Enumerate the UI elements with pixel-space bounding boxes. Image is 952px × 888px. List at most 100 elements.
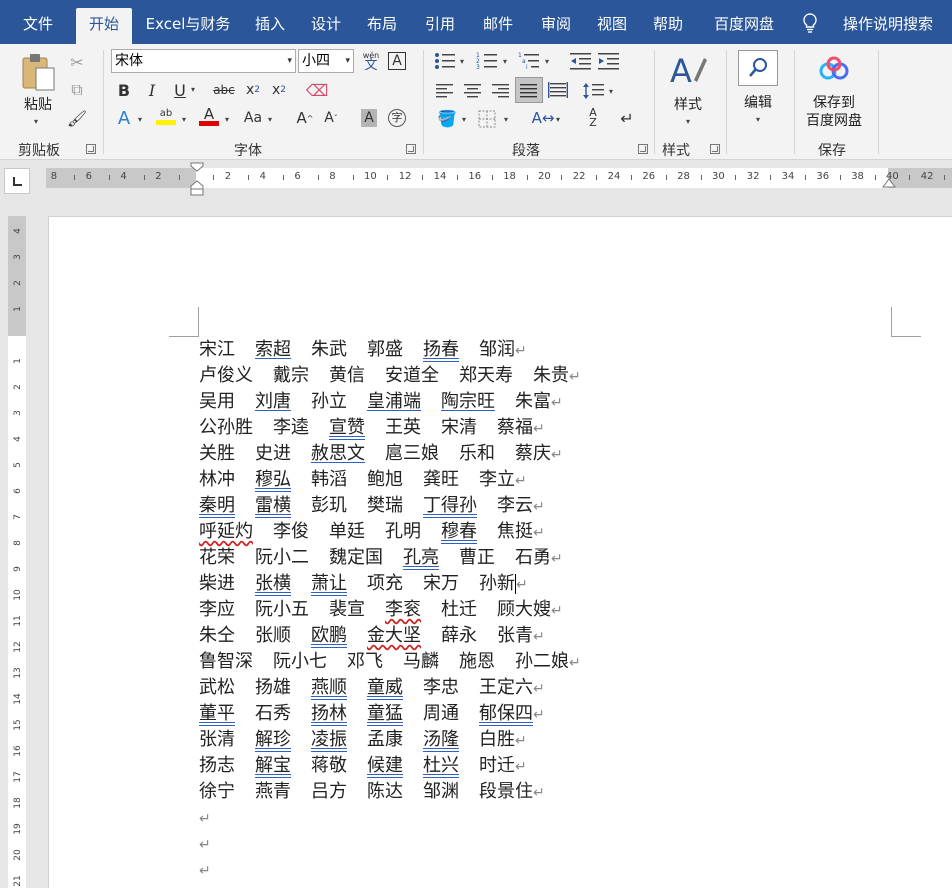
name-word[interactable]: 戴宗 <box>273 363 309 389</box>
document-line[interactable]: 朱仝 张顺 欧鹏 金大坚 薛永 张青↵ <box>199 623 581 649</box>
name-word[interactable]: 张清 <box>199 727 235 753</box>
name-word[interactable]: 段景住 <box>479 779 533 805</box>
name-word[interactable]: 龚旺 <box>423 467 459 493</box>
underline-dropdown-icon[interactable]: ▾ <box>191 86 199 94</box>
document-line[interactable]: ↵ <box>199 831 581 857</box>
lightbulb-icon[interactable] <box>802 13 818 33</box>
name-word[interactable]: 周通 <box>423 701 459 727</box>
name-word[interactable]: 王英 <box>385 415 421 441</box>
paste-button[interactable]: 粘贴 <box>18 94 58 114</box>
enclose-characters-icon[interactable]: 字 <box>384 106 410 130</box>
name-word[interactable]: 皇浦端 <box>367 389 421 415</box>
justify-button[interactable] <box>515 77 543 103</box>
tab-baidu-netdisk[interactable]: 百度网盘 <box>704 8 784 44</box>
numbering-dropdown-icon[interactable]: ▾ <box>503 58 511 66</box>
name-word[interactable]: 焦挺 <box>497 519 533 545</box>
name-word[interactable]: 解珍 <box>255 727 291 753</box>
document-line[interactable]: 呼延灼 李俊 单廷 孔明 穆春 焦挺↵ <box>199 519 581 545</box>
name-word[interactable]: 欧鹏 <box>311 623 347 649</box>
character-border-icon[interactable]: A <box>384 49 410 73</box>
name-word[interactable]: 朱贵 <box>533 363 569 389</box>
name-word[interactable]: 雷横 <box>255 493 291 519</box>
editing-dropdown-icon[interactable]: ▾ <box>756 116 764 124</box>
name-word[interactable]: 朱富 <box>515 389 551 415</box>
name-word[interactable]: 石勇 <box>515 545 551 571</box>
name-word[interactable]: 郑天寿 <box>459 363 513 389</box>
styles-button[interactable]: 样式 <box>662 94 714 114</box>
name-word[interactable]: 凌振 <box>311 727 347 753</box>
name-word[interactable]: 朱仝 <box>199 623 235 649</box>
document-line[interactable]: 扬志 解宝 蒋敬 候建 杜兴 时迁↵ <box>199 753 581 779</box>
name-word[interactable]: 金大坚 <box>367 623 421 649</box>
name-word[interactable]: 施恩 <box>459 649 495 675</box>
font-size-combo[interactable]: 小四 ▾ <box>298 49 354 73</box>
document-line[interactable]: ↵ <box>199 857 581 883</box>
document-line[interactable]: 关胜 史进 赦思文 扈三娘 乐和 蔡庆↵ <box>199 441 581 467</box>
borders-icon[interactable] <box>478 110 496 128</box>
name-word[interactable]: 韩滔 <box>311 467 347 493</box>
superscript-icon[interactable]: x2 <box>266 78 292 102</box>
name-word[interactable]: 花荣 <box>199 545 235 571</box>
shading-icon[interactable]: 🪣 <box>434 106 460 130</box>
styles-icon[interactable]: A <box>668 50 708 90</box>
line-spacing-dropdown-icon[interactable]: ▾ <box>609 88 617 96</box>
name-word[interactable]: 孟康 <box>367 727 403 753</box>
name-word[interactable]: 扬林 <box>311 701 347 727</box>
name-word[interactable]: 李立 <box>479 467 515 493</box>
paste-dropdown-icon[interactable]: ▾ <box>34 118 42 126</box>
shrink-font-icon[interactable]: Aˇ <box>318 106 344 130</box>
clipboard-launcher-icon[interactable] <box>86 144 96 154</box>
name-word[interactable]: 燕青 <box>255 779 291 805</box>
borders-dropdown-icon[interactable]: ▾ <box>504 116 512 124</box>
tab-layout[interactable]: 布局 <box>360 8 404 44</box>
name-word[interactable]: 李俊 <box>273 519 309 545</box>
name-word[interactable]: 武松 <box>199 675 235 701</box>
editing-icon-box[interactable] <box>738 50 778 86</box>
name-word[interactable]: 邹润 <box>479 337 515 363</box>
name-word[interactable]: 孔亮 <box>403 545 439 571</box>
document-line[interactable]: 花荣 阮小二 魏定国 孔亮 曹正 石勇↵ <box>199 545 581 571</box>
name-word[interactable]: 赦思文 <box>311 441 365 467</box>
name-word[interactable]: 史进 <box>255 441 291 467</box>
name-word[interactable]: 陈达 <box>367 779 403 805</box>
tab-help[interactable]: 帮助 <box>646 8 690 44</box>
sort-icon[interactable]: AZ <box>580 106 606 130</box>
document-line[interactable]: 秦明 雷横 彭玑 樊瑞 丁得孙 李云↵ <box>199 493 581 519</box>
copy-icon[interactable]: ⧉ <box>64 78 90 102</box>
name-word[interactable]: 关胜 <box>199 441 235 467</box>
name-word[interactable]: 郁保四 <box>479 701 533 727</box>
name-word[interactable]: 扬春 <box>423 337 459 363</box>
document-body[interactable]: 宋江 索超 朱武 郭盛 扬春 邹润↵ 卢俊义 戴宗 黄信 安道全 郑天寿 朱贵↵ 吴用 刘唐 孙立 皇浦端 陶宗… <box>199 337 581 883</box>
distributed-icon[interactable] <box>548 82 568 100</box>
name-word[interactable]: 杜迁 <box>441 597 477 623</box>
name-word[interactable]: 扬雄 <box>255 675 291 701</box>
name-word[interactable]: 阮小五 <box>255 597 309 623</box>
horizontal-ruler[interactable]: 8 6 4 2 2 4 6 8 10 12 14 16 18 20 22 24 26 28 30 32 34 36 38 40… <box>46 168 952 188</box>
clear-formatting-icon[interactable]: ⌫ <box>304 78 330 102</box>
name-word[interactable]: 乐和 <box>459 441 495 467</box>
name-word[interactable]: 李衮 <box>385 597 421 623</box>
subscript-icon[interactable]: x2 <box>240 78 266 102</box>
line-spacing-icon[interactable] <box>583 82 605 100</box>
name-word[interactable]: 樊瑞 <box>367 493 403 519</box>
name-word[interactable]: 李云 <box>497 493 533 519</box>
name-word[interactable]: 邓飞 <box>347 649 383 675</box>
tab-design[interactable]: 设计 <box>304 8 348 44</box>
name-word[interactable]: 阮小二 <box>255 545 309 571</box>
name-word[interactable]: 秦明 <box>199 493 235 519</box>
styles-launcher-icon[interactable] <box>710 144 720 154</box>
name-word[interactable]: 鲍旭 <box>367 467 403 493</box>
name-word[interactable]: 索超 <box>255 337 291 363</box>
name-word[interactable]: 时迁 <box>479 753 515 779</box>
name-word[interactable]: 张顺 <box>255 623 291 649</box>
name-word[interactable]: 孙新 <box>479 571 515 597</box>
indent-markers-icon[interactable] <box>190 162 204 196</box>
name-word[interactable]: 彭玑 <box>311 493 347 519</box>
phonetic-guide-icon[interactable]: wén 文 <box>358 49 384 73</box>
name-word[interactable]: 童猛 <box>367 701 403 727</box>
name-word[interactable]: 董平 <box>199 701 235 727</box>
decrease-indent-icon[interactable] <box>570 52 592 70</box>
document-line[interactable]: 林冲 穆弘 韩滔 鲍旭 龚旺 李立↵ <box>199 467 581 493</box>
document-line[interactable]: 李应 阮小五 裴宣 李衮 杜迁 顾大嫂↵ <box>199 597 581 623</box>
tab-review[interactable]: 审阅 <box>534 8 578 44</box>
